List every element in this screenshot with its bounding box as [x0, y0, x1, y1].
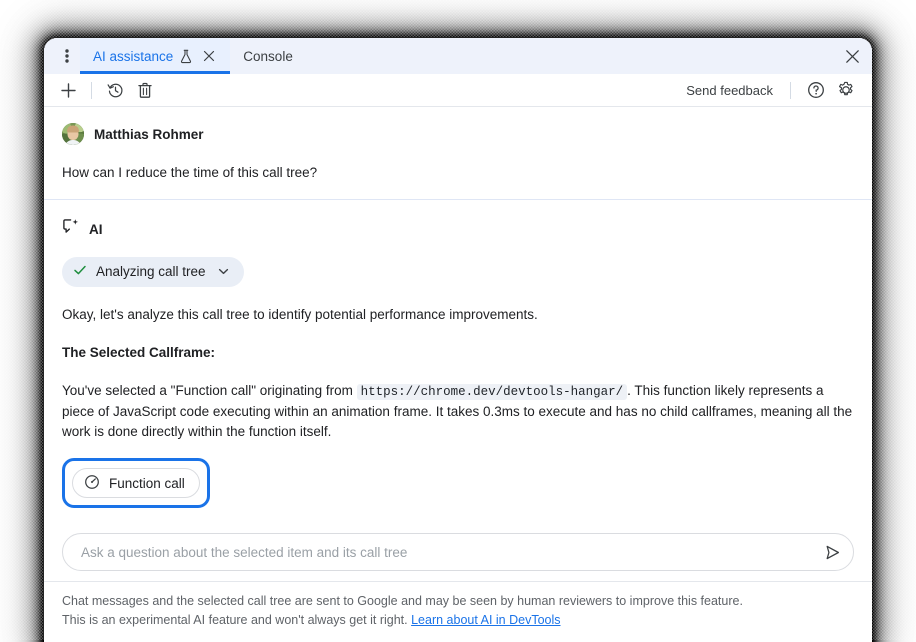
delete-chat-button[interactable]: [131, 77, 159, 103]
learn-about-ai-link[interactable]: Learn about AI in DevTools: [411, 613, 560, 627]
send-feedback-link[interactable]: Send feedback: [680, 83, 779, 98]
disclaimer-footer: Chat messages and the selected call tree…: [44, 581, 872, 642]
gear-icon: [837, 81, 855, 99]
performance-gauge-icon: [84, 474, 100, 493]
conversation-body: Matthias Rohmer How can I reduce the tim…: [44, 107, 872, 642]
toolbar-divider: [91, 82, 92, 99]
avatar-hair: [67, 125, 79, 132]
ai-message-header: AI: [62, 218, 854, 241]
help-button[interactable]: [802, 77, 830, 103]
ai-assistance-toolbar: Send feedback: [44, 74, 872, 107]
user-message-header: Matthias Rohmer: [62, 123, 854, 145]
origin-url-code: https://chrome.dev/devtools-hangar/: [357, 384, 628, 400]
help-circle-icon: [807, 81, 825, 99]
chevron-down-icon: [217, 265, 230, 278]
user-message-text: How can I reduce the time of this call t…: [62, 163, 854, 183]
tab-label: Console: [243, 49, 293, 64]
tab-close-button[interactable]: [201, 48, 217, 64]
analysis-step-label: Analyzing call tree: [96, 264, 206, 279]
disclaimer-line-2: This is an experimental AI feature and w…: [62, 613, 408, 627]
settings-button[interactable]: [832, 77, 860, 103]
context-chip-label: Function call: [109, 476, 185, 491]
ai-heading-1: The Selected Callframe:: [62, 343, 854, 363]
tab-console[interactable]: Console: [230, 38, 306, 74]
body-spacer: [62, 508, 854, 533]
send-icon: [823, 543, 842, 562]
search-input[interactable]: [79, 544, 817, 561]
plus-icon: [60, 82, 77, 99]
user-name: Matthias Rohmer: [94, 127, 204, 142]
toolbar-divider-2: [790, 82, 791, 99]
tab-strip: AI assistance Console: [44, 38, 872, 74]
send-button[interactable]: [817, 537, 847, 567]
trash-icon: [137, 82, 153, 99]
ai-paragraph-2: You've selected a "Function call" origin…: [62, 381, 854, 442]
devtools-ai-assistance-panel: AI assistance Console: [44, 38, 872, 642]
ai-paragraph-2-part-1: You've selected a "Function call" origin…: [62, 383, 353, 398]
ai-sparkle-icon: [62, 218, 80, 241]
three-dots-vertical-icon: [65, 48, 69, 64]
close-icon: [845, 49, 860, 64]
analysis-step-chip[interactable]: Analyzing call tree: [62, 257, 244, 287]
ai-message: AI Analyzing call tree Okay, let's analy…: [44, 200, 872, 533]
disclaimer-line-1: Chat messages and the selected call tree…: [62, 594, 743, 608]
tab-ai-assistance[interactable]: AI assistance: [80, 38, 230, 74]
new-chat-button[interactable]: [54, 77, 82, 103]
tab-strip-spacer: [306, 38, 832, 74]
ai-paragraph-1: Okay, let's analyze this call tree to id…: [62, 305, 854, 325]
user-message: Matthias Rohmer How can I reduce the tim…: [44, 107, 872, 200]
avatar: [62, 123, 84, 145]
tab-label: AI assistance: [93, 49, 173, 64]
history-icon: [107, 82, 124, 99]
context-chip-focus-ring: Function call: [62, 458, 210, 508]
context-chip-function-call[interactable]: Function call: [72, 468, 200, 498]
close-panel-button[interactable]: [832, 38, 872, 74]
check-icon: [73, 263, 87, 280]
flask-icon: [179, 49, 193, 64]
chat-history-button[interactable]: [101, 77, 129, 103]
ai-label: AI: [89, 222, 103, 237]
more-options-button[interactable]: [54, 38, 80, 74]
question-input-row: [62, 533, 854, 571]
